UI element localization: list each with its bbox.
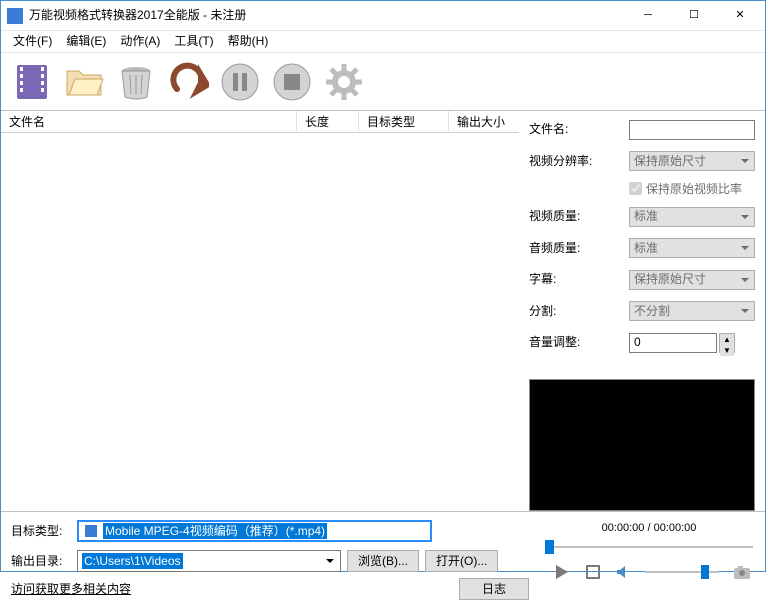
film-icon [11,61,53,103]
file-list-panel: 文件名 长度 目标类型 输出大小 [1,111,519,511]
titlebar: 万能视频格式转换器2017全能版 - 未注册 ─ ☐ ✕ [1,1,765,31]
more-info-link[interactable]: 访问获取更多相关内容 [11,581,131,598]
resolution-label: 视频分辨率: [529,153,629,170]
menu-help[interactable]: 帮助(H) [222,31,275,52]
col-length[interactable]: 长度 [297,111,359,133]
properties-panel: 文件名: 视频分辨率: 保持原始尺寸 保持原始视频比率 视频质量: 标准 音频质… [519,111,765,511]
subtitle-label: 字幕: [529,271,629,288]
video-quality-label: 视频质量: [529,208,629,225]
maximize-button[interactable]: ☐ [671,1,717,31]
keep-aspect-label: 保持原始视频比率 [646,181,742,198]
target-type-value: Mobile MPEG-4视频编码（推荐）(*.mp4) [103,523,327,540]
main-area: 文件名 长度 目标类型 输出大小 文件名: 视频分辨率: 保持原始尺寸 保持原始… [1,111,765,511]
minimize-button[interactable]: ─ [625,1,671,31]
col-target-type[interactable]: 目标类型 [359,111,449,133]
list-header: 文件名 长度 目标类型 输出大小 [1,111,519,133]
app-icon [7,8,23,24]
window-title: 万能视频格式转换器2017全能版 - 未注册 [29,7,625,24]
settings-button[interactable] [321,59,367,105]
volume-spinner[interactable]: ▲▼ [719,333,735,353]
file-list[interactable] [1,133,519,511]
filename-label: 文件名: [529,121,629,138]
menu-action[interactable]: 动作(A) [114,31,166,52]
seek-slider[interactable] [545,539,753,555]
split-label: 分割: [529,303,629,320]
add-file-button[interactable] [9,59,55,105]
pause-icon [219,61,261,103]
output-dir-combo[interactable]: C:\Users\1\Videos [77,550,341,572]
target-type-label: 目标类型: [11,523,77,540]
menu-file[interactable]: 文件(F) [7,31,58,52]
gear-icon [323,61,365,103]
col-output-size[interactable]: 输出大小 [449,111,519,133]
playback-time: 00:00:00 / 00:00:00 [543,518,755,539]
open-folder-button[interactable] [61,59,107,105]
audio-quality-label: 音频质量: [529,240,629,257]
camera-icon[interactable] [733,564,751,580]
delete-button[interactable] [113,59,159,105]
menubar: 文件(F) 编辑(E) 动作(A) 工具(T) 帮助(H) [1,31,765,53]
menu-edit[interactable]: 编辑(E) [60,31,112,52]
col-filename[interactable]: 文件名 [1,111,297,133]
convert-button[interactable] [165,59,211,105]
preview-area [529,379,755,511]
log-button[interactable]: 日志 [459,578,529,600]
volume-slider[interactable] [645,564,719,580]
stop-icon [271,61,313,103]
volume-input[interactable]: 0 [629,333,717,353]
menu-tools[interactable]: 工具(T) [168,31,219,52]
volume-label: 音量调整: [529,334,629,351]
keep-aspect-checkbox[interactable] [629,182,642,195]
play-icon[interactable] [553,563,571,581]
speaker-icon[interactable] [615,564,631,580]
video-quality-dropdown[interactable]: 标准 [629,207,755,227]
output-dir-value: C:\Users\1\Videos [82,553,183,570]
video-stop-icon[interactable] [585,564,601,580]
stop-button[interactable] [269,59,315,105]
subtitle-dropdown[interactable]: 保持原始尺寸 [629,270,755,290]
target-type-dropdown[interactable]: Mobile MPEG-4视频编码（推荐）(*.mp4) [77,520,432,542]
bottom-panel: 目标类型: Mobile MPEG-4视频编码（推荐）(*.mp4) 输出目录:… [1,511,765,606]
open-button[interactable]: 打开(O)... [425,550,498,572]
pause-button[interactable] [217,59,263,105]
resolution-dropdown[interactable]: 保持原始尺寸 [629,151,755,171]
close-button[interactable]: ✕ [717,1,763,31]
browse-button[interactable]: 浏览(B)... [347,550,419,572]
trash-icon [115,61,157,103]
audio-quality-dropdown[interactable]: 标准 [629,238,755,258]
output-dir-label: 输出目录: [11,553,77,570]
toolbar [1,53,765,111]
filename-input[interactable] [629,120,755,140]
split-dropdown[interactable]: 不分割 [629,301,755,321]
device-icon [83,523,99,539]
folder-icon [63,61,105,103]
redo-arrow-icon [167,61,209,103]
